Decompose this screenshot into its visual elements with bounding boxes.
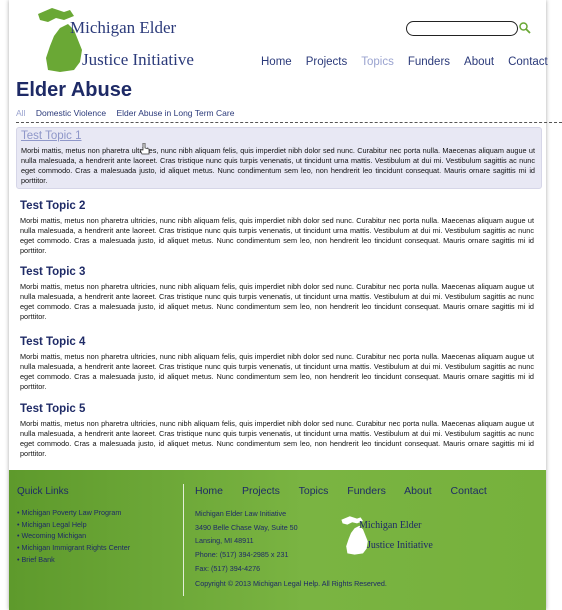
quick-link[interactable]: Michigan Poverty Law Program	[17, 507, 130, 519]
quick-link[interactable]: Brief Bank	[17, 554, 130, 566]
topic-card[interactable]: Test Topic 2 Morbi mattis, metus non pha…	[16, 198, 540, 256]
topic-title-link[interactable]: Test Topic 1	[21, 130, 541, 142]
nav-funders[interactable]: Funders	[408, 56, 450, 68]
topic-title[interactable]: Test Topic 3	[20, 266, 540, 278]
logo-title-line2: Justice Initiative	[82, 50, 194, 69]
topic-summary: Morbi mattis, metus non pharetra ultrici…	[20, 216, 534, 255]
quick-link[interactable]: Michigan Legal Help	[17, 519, 130, 531]
quick-link[interactable]: Wecoming Michigan	[17, 530, 130, 542]
fax-line: Fax: (517) 394-4276	[195, 563, 261, 573]
topic-card[interactable]: Test Topic 4 Morbi mattis, metus non pha…	[16, 334, 540, 392]
page-title: Elder Abuse	[16, 79, 132, 101]
nav-home[interactable]: Home	[261, 56, 292, 68]
main-nav: Home Projects Topics Funders About Conta…	[261, 56, 548, 68]
filter-domestic-violence[interactable]: Domestic Violence	[36, 108, 106, 118]
quick-link[interactable]: Michigan Immigrant Rights Center	[17, 542, 131, 554]
topic-filter-nav: All Domestic Violence Elder Abuse in Lon…	[16, 108, 242, 118]
address-line: Michigan Elder Law Initiative	[195, 509, 287, 518]
topic-card[interactable]: Test Topic 1 Morbi mattis, metus non pha…	[16, 127, 542, 189]
footer-nav-contact[interactable]: Contact	[451, 485, 487, 497]
site-footer: Quick Links Michigan Poverty Law Program…	[9, 470, 546, 610]
divider	[16, 122, 562, 123]
quick-links-title: Quick Links	[17, 486, 69, 497]
topic-card[interactable]: Test Topic 3 Morbi mattis, metus non pha…	[16, 264, 540, 322]
topic-summary: Morbi mattis, metus non pharetra ultrici…	[20, 282, 534, 321]
topic-summary: Morbi mattis, metus non pharetra ultrici…	[20, 352, 534, 391]
filter-long-term-care[interactable]: Elder Abuse in Long Term Care	[116, 108, 234, 118]
phone-line: Phone: (517) 394-2985 x 231	[195, 550, 289, 560]
topic-title[interactable]: Test Topic 2	[20, 200, 540, 212]
topic-card[interactable]: Test Topic 5 Morbi mattis, metus non pha…	[16, 401, 540, 459]
contact-address: Michigan Elder Law Initiative 3490 Belle…	[195, 507, 298, 576]
footer-nav-topics[interactable]: Topics	[299, 485, 329, 497]
footer-nav-projects[interactable]: Projects	[242, 485, 280, 497]
footer-nav: Home Projects Topics Funders About Conta…	[195, 485, 503, 497]
filter-all[interactable]: All	[16, 108, 25, 118]
copyright: Copyright © 2013 Michigan Legal Help. Al…	[195, 579, 387, 588]
site-logo[interactable]: Michigan Elder Justice Initiative	[34, 6, 204, 76]
search-icon[interactable]	[519, 22, 531, 34]
nav-topics[interactable]: Topics	[361, 56, 394, 68]
search-input[interactable]	[406, 21, 518, 36]
topic-summary: Morbi mattis, metus non pharetra ultrici…	[20, 419, 534, 458]
footer-logo-line2: Justice Initiative	[367, 540, 433, 551]
pointer-cursor-icon	[140, 143, 150, 155]
footer-nav-funders[interactable]: Funders	[347, 485, 386, 497]
footer-divider	[183, 484, 184, 596]
nav-about[interactable]: About	[464, 56, 494, 68]
address-line: 3490 Belle Chase Way, Suite 50	[195, 522, 298, 532]
footer-logo-line1: Michigan Elder	[359, 520, 422, 531]
nav-projects[interactable]: Projects	[306, 56, 348, 68]
quick-links-list: Michigan Poverty Law Program Michigan Le…	[17, 507, 131, 566]
footer-logo: Michigan Elder Justice Initiative	[339, 512, 469, 562]
logo-title-line1: Michigan Elder	[70, 18, 177, 37]
topic-title[interactable]: Test Topic 5	[20, 403, 540, 415]
footer-nav-about[interactable]: About	[404, 485, 431, 497]
topic-summary: Morbi mattis, metus non pharetra ultrici…	[21, 146, 535, 185]
nav-contact[interactable]: Contact	[508, 56, 548, 68]
topic-title[interactable]: Test Topic 4	[20, 336, 540, 348]
footer-nav-home[interactable]: Home	[195, 485, 223, 497]
address-line: Lansing, MI 48911	[195, 536, 254, 546]
